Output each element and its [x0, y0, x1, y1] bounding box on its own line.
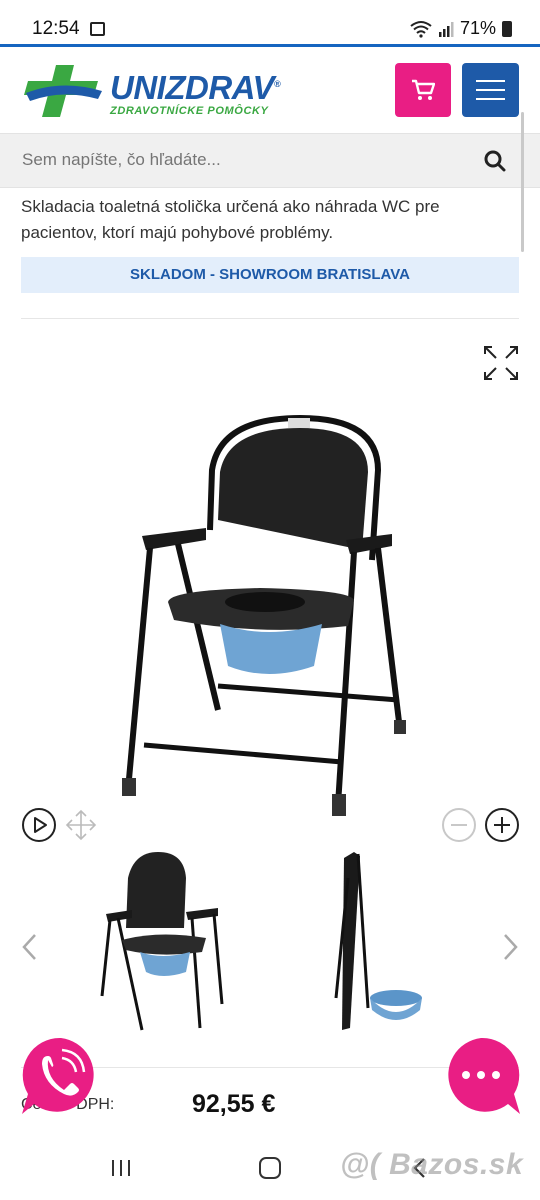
- stock-status-badge: SKLADOM - SHOWROOM BRATISLAVA: [21, 257, 519, 293]
- site-header: UNIZDRAV® ZDRAVOTNÍCKE POMÔCKY: [0, 47, 540, 133]
- logo-subtitle: ZDRAVOTNÍCKE POMÔCKY: [110, 105, 269, 117]
- wifi-icon: [410, 20, 432, 38]
- cart-icon: [412, 79, 435, 100]
- search-bar: [0, 133, 540, 188]
- zoom-out-icon: [451, 824, 467, 826]
- play-button[interactable]: [22, 808, 56, 842]
- chat-button[interactable]: [440, 1034, 522, 1116]
- zoom-out-button[interactable]: [442, 808, 476, 842]
- cross-logo-icon: [24, 65, 102, 117]
- search-icon[interactable]: [484, 150, 506, 172]
- battery-icon: [502, 20, 512, 37]
- battery-percent: 71%: [459, 18, 496, 38]
- watermark: @( Bazos.sk: [340, 1148, 524, 1181]
- thumbnail-image-2[interactable]: [320, 848, 430, 1038]
- menu-button[interactable]: [462, 63, 519, 117]
- product-description: Skladacia toaletná stolička určená ako n…: [21, 197, 440, 242]
- recent-apps-icon[interactable]: [110, 1158, 132, 1178]
- signal-icon: [438, 21, 454, 37]
- expand-icon[interactable]: [482, 344, 520, 382]
- move-icon[interactable]: [64, 808, 98, 842]
- product-main-image[interactable]: [110, 410, 430, 830]
- status-time: 12:54: [32, 18, 80, 39]
- home-icon[interactable]: [259, 1157, 281, 1179]
- gallery-notification-icon: [90, 22, 105, 36]
- call-button[interactable]: [20, 1034, 102, 1116]
- search-input[interactable]: [22, 150, 462, 170]
- zoom-in-button[interactable]: [485, 808, 519, 842]
- chevron-right-icon[interactable]: [502, 932, 520, 962]
- divider: [21, 318, 519, 319]
- logo-title: UNIZDRAV®: [110, 69, 281, 106]
- page-scrollbar[interactable]: [521, 112, 524, 252]
- zoom-in-icon: [494, 817, 510, 833]
- cart-button[interactable]: [395, 63, 451, 117]
- chevron-left-icon[interactable]: [20, 932, 38, 962]
- hamburger-icon: [476, 80, 505, 82]
- logo[interactable]: UNIZDRAV® ZDRAVOTNÍCKE POMÔCKY: [22, 61, 282, 119]
- thumbnail-image-1[interactable]: [96, 848, 226, 1038]
- status-bar: 12:54 71%: [0, 0, 540, 44]
- play-icon: [34, 817, 47, 833]
- price-value: 92,55 €: [192, 1090, 276, 1118]
- system-nav-bar: @( Bazos.sk: [0, 1128, 540, 1200]
- status-indicators: 71%: [410, 18, 512, 39]
